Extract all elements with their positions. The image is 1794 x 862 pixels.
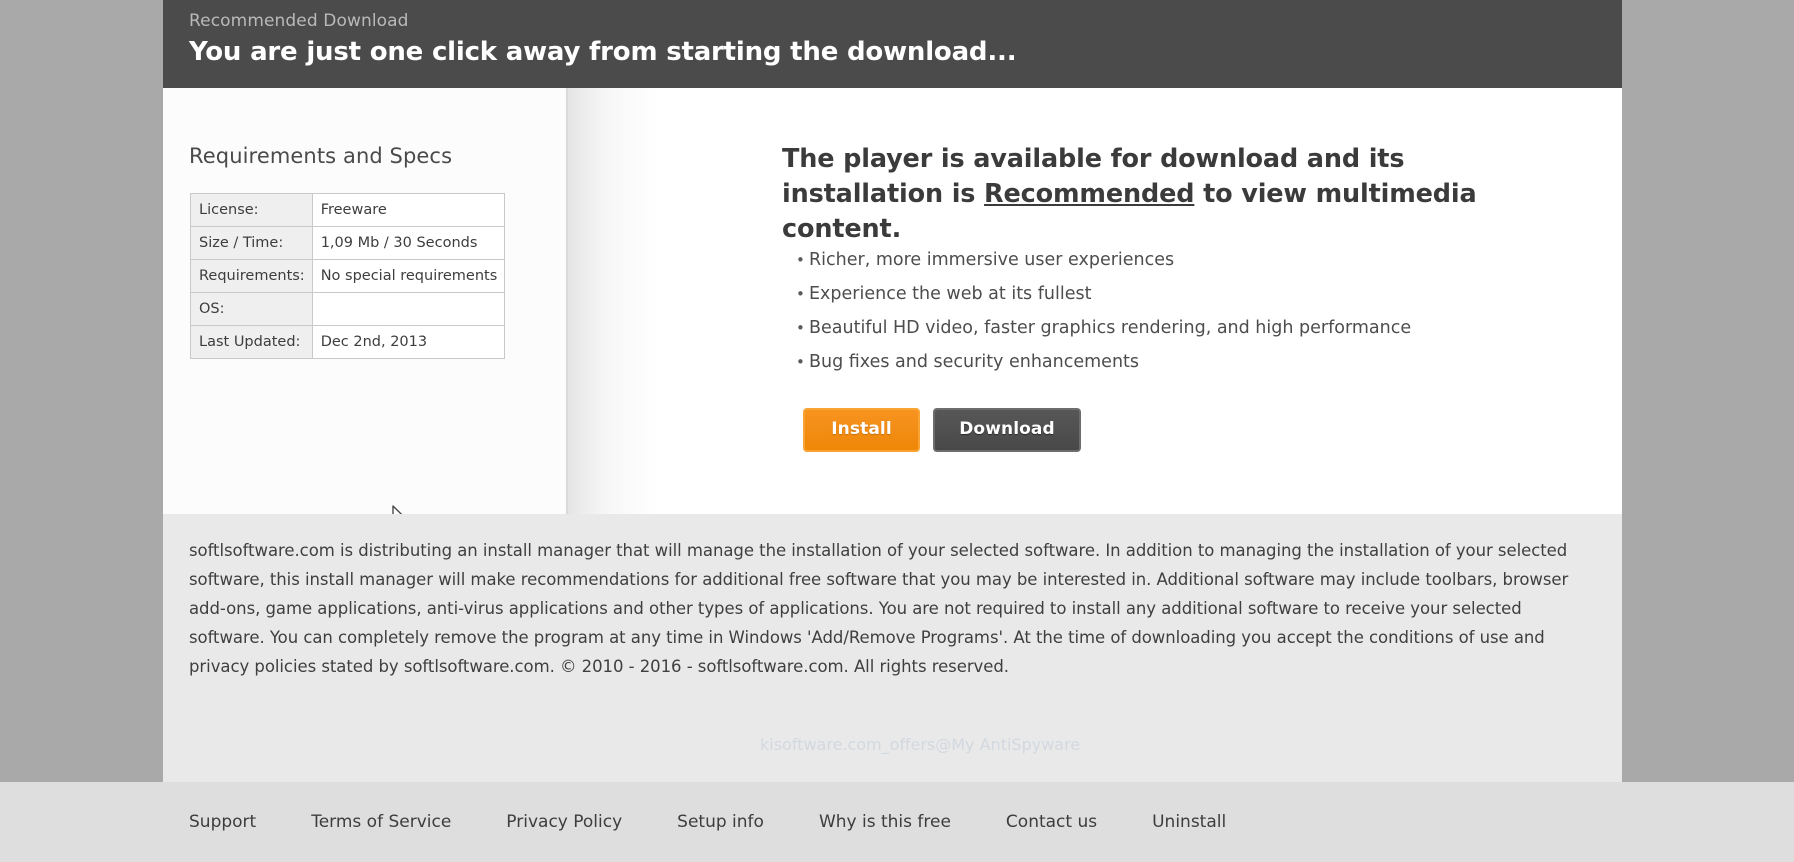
page-gutter-right bbox=[1622, 0, 1794, 862]
download-button[interactable]: Download bbox=[933, 408, 1081, 452]
list-item: Bug fixes and security enhancements bbox=[796, 345, 1576, 379]
table-row: Requirements: No special requirements bbox=[190, 260, 506, 293]
spec-key-size-time: Size / Time: bbox=[190, 227, 313, 260]
header-eyebrow: Recommended Download bbox=[189, 11, 409, 31]
list-item: Beautiful HD video, faster graphics rend… bbox=[796, 311, 1576, 345]
spec-key-last-updated: Last Updated: bbox=[190, 326, 313, 359]
page-gutter-left bbox=[0, 0, 163, 862]
footer-link-uninstall[interactable]: Uninstall bbox=[1152, 812, 1226, 832]
spec-value-requirements: No special requirements bbox=[312, 260, 506, 293]
offer-panel: The player is available for download and… bbox=[568, 88, 1622, 514]
page-title: You are just one click away from startin… bbox=[189, 37, 1017, 67]
footer-link-terms-of-service[interactable]: Terms of Service bbox=[311, 812, 451, 832]
table-row: Last Updated: Dec 2nd, 2013 bbox=[190, 326, 506, 359]
requirements-heading: Requirements and Specs bbox=[189, 144, 453, 168]
specs-table: License: Freeware Size / Time: 1,09 Mb /… bbox=[190, 193, 506, 359]
list-item: Richer, more immersive user experiences bbox=[796, 243, 1576, 277]
table-row: License: Freeware bbox=[190, 193, 506, 227]
spec-value-size-time: 1,09 Mb / 30 Seconds bbox=[312, 227, 506, 260]
table-row: Size / Time: 1,09 Mb / 30 Seconds bbox=[190, 227, 506, 260]
list-item: Experience the web at its fullest bbox=[796, 277, 1576, 311]
spec-value-license: Freeware bbox=[312, 193, 506, 227]
footer-link-privacy-policy[interactable]: Privacy Policy bbox=[506, 812, 622, 832]
footer-bar: Support Terms of Service Privacy Policy … bbox=[0, 782, 1794, 862]
footer-ghost-text: kisoftware.com_offers@My AntiSpyware bbox=[760, 735, 1081, 754]
feature-list: Richer, more immersive user experiences … bbox=[796, 243, 1576, 379]
table-row: OS: bbox=[190, 293, 506, 326]
offer-headline-recommended: Recommended bbox=[984, 179, 1195, 209]
footer-link-setup-info[interactable]: Setup info bbox=[677, 812, 764, 832]
spec-key-license: License: bbox=[190, 193, 313, 227]
requirements-panel: Requirements and Specs License: Freeware… bbox=[163, 88, 567, 514]
footer-link-list: Support Terms of Service Privacy Policy … bbox=[189, 812, 1281, 832]
footer-link-contact-us[interactable]: Contact us bbox=[1006, 812, 1097, 832]
disclaimer-text: softlsoftware.com is distributing an ins… bbox=[189, 541, 1569, 676]
page-root: Recommended Download You are just one cl… bbox=[0, 0, 1794, 862]
card-body: Requirements and Specs License: Freeware… bbox=[163, 88, 1622, 514]
install-button[interactable]: Install bbox=[803, 408, 920, 452]
spec-value-os bbox=[312, 293, 506, 326]
action-button-row: Install Download bbox=[803, 408, 1081, 452]
offer-headline: The player is available for download and… bbox=[782, 142, 1572, 247]
footer-link-why-is-this-free[interactable]: Why is this free bbox=[819, 812, 951, 832]
footer-link-support[interactable]: Support bbox=[189, 812, 256, 832]
spec-value-last-updated: Dec 2nd, 2013 bbox=[312, 326, 506, 359]
card-header: Recommended Download You are just one cl… bbox=[163, 0, 1622, 88]
spec-key-requirements: Requirements: bbox=[190, 260, 313, 293]
spec-key-os: OS: bbox=[190, 293, 313, 326]
